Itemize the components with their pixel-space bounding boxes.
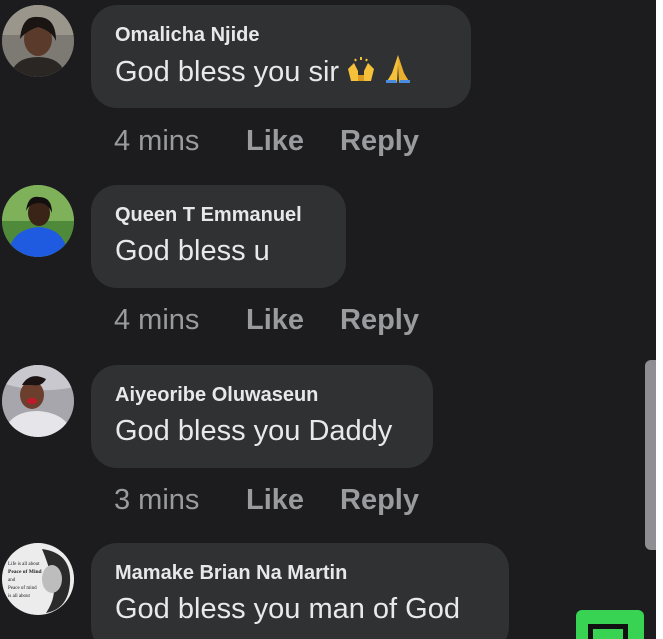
comment-author[interactable]: Mamake Brian Na Martin <box>115 561 485 585</box>
reply-button[interactable]: Reply <box>340 123 419 159</box>
avatar-photo: Life is all about Peace of Mind and Peac… <box>2 543 74 615</box>
raising-hands-icon <box>345 55 377 94</box>
comment-bubble: Omalicha Njide God bless you sir <box>91 5 471 108</box>
like-button[interactable]: Like <box>246 123 340 159</box>
floating-action-button[interactable] <box>576 610 644 639</box>
avatar-quote-line: and <box>8 578 16 583</box>
comment-actions: 3 mins Like Reply <box>114 482 419 518</box>
avatar[interactable]: Life is all about Peace of Mind and Peac… <box>2 543 74 615</box>
folded-hands-icon <box>383 53 413 94</box>
comment-bubble: Aiyeoribe Oluwaseun God bless you Daddy <box>91 365 433 468</box>
comment-timestamp: 4 mins <box>114 304 200 336</box>
reply-button[interactable]: Reply <box>340 302 419 338</box>
avatar[interactable] <box>2 365 74 437</box>
comment-bubble: Mamake Brian Na Martin God bless you man… <box>91 543 509 639</box>
comment-bubble: Queen T Emmanuel God bless u <box>91 185 346 288</box>
avatar-photo <box>2 365 74 437</box>
avatar[interactable] <box>2 5 74 77</box>
avatar-quote-line: Peace of mind <box>8 586 37 591</box>
avatar-photo <box>2 5 74 77</box>
scrollbar[interactable] <box>645 360 656 550</box>
comment-text: God bless you sir <box>115 53 447 94</box>
comment-timestamp: 4 mins <box>114 125 200 157</box>
avatar-quote-line: Life is all about <box>8 562 40 567</box>
comment-text-content: God bless you sir <box>115 56 340 88</box>
comment-author[interactable]: Queen T Emmanuel <box>115 203 322 227</box>
comment-text: God bless u <box>115 235 270 267</box>
comment-actions: 4 mins Like Reply <box>114 302 419 338</box>
app-icon <box>588 624 628 639</box>
comment-author[interactable]: Aiyeoribe Oluwaseun <box>115 383 409 407</box>
avatar[interactable] <box>2 185 74 257</box>
comment-timestamp: 3 mins <box>114 484 200 516</box>
avatar-quote-line: is all about <box>8 594 31 599</box>
comment-text: God bless you man of God <box>115 593 460 625</box>
comments-screen: Omalicha Njide God bless you sir 4 mins L… <box>0 0 656 639</box>
comment-text: God bless you Daddy <box>115 415 393 447</box>
reply-button[interactable]: Reply <box>340 482 419 518</box>
like-button[interactable]: Like <box>246 302 340 338</box>
avatar-quote-emphasis: Peace of Mind <box>8 569 42 575</box>
like-button[interactable]: Like <box>246 482 340 518</box>
avatar-photo <box>2 185 74 257</box>
comment-author[interactable]: Omalicha Njide <box>115 23 447 47</box>
comment-actions: 4 mins Like Reply <box>114 123 419 159</box>
